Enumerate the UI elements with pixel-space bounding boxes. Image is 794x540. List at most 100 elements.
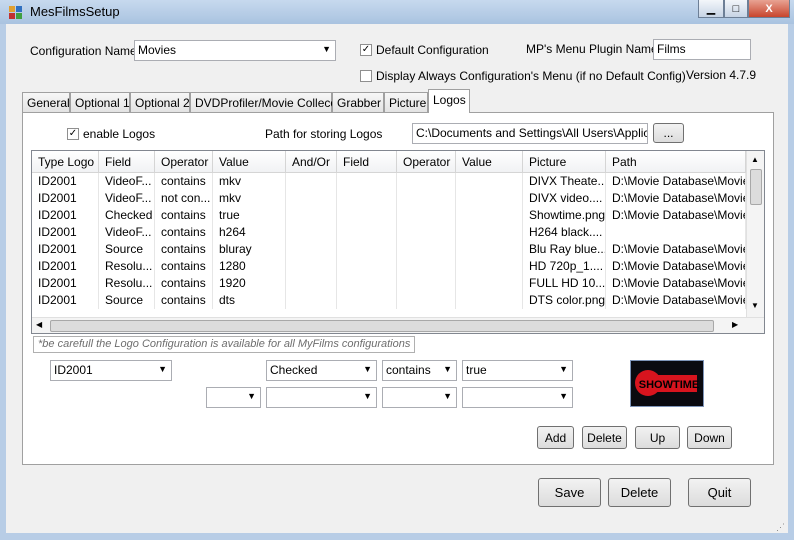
grid-cell[interactable]: HD 720p_1.... — [523, 258, 606, 275]
column-header[interactable]: Type Logo — [32, 151, 99, 173]
column-header[interactable]: Field — [99, 151, 155, 173]
scroll-right-icon[interactable]: ▶ — [732, 320, 738, 329]
logos-path-input[interactable]: C:\Documents and Settings\All Users\Appl… — [412, 123, 648, 144]
grid-cell[interactable]: Resolu... — [99, 275, 155, 292]
grid-cell[interactable]: mkv — [213, 190, 286, 207]
grid-cell[interactable]: ID2001 — [32, 173, 99, 190]
grid-cell[interactable]: D:\Movie Database\Movies — [606, 292, 746, 309]
grid-cell[interactable] — [456, 224, 523, 241]
browse-button[interactable]: ... — [653, 123, 684, 143]
grid-cell[interactable] — [456, 275, 523, 292]
add-logo-button[interactable]: Add — [537, 426, 574, 449]
grid-cell[interactable]: Source — [99, 292, 155, 309]
column-header[interactable]: Operator — [397, 151, 456, 173]
grid-cell[interactable]: contains — [155, 241, 213, 258]
grid-cell[interactable]: D:\Movie Database\Movies — [606, 241, 746, 258]
grid-cell[interactable]: dts — [213, 292, 286, 309]
operator-1-combo[interactable]: contains ▼ — [382, 360, 457, 381]
grid-cell[interactable]: 1920 — [213, 275, 286, 292]
horizontal-scrollbar[interactable]: ◀ ▶ — [32, 317, 764, 333]
grid-cell[interactable]: FULL HD 10... — [523, 275, 606, 292]
grid-cell[interactable] — [397, 241, 456, 258]
grid-cell[interactable] — [286, 224, 337, 241]
grid-cell[interactable]: VideoF... — [99, 173, 155, 190]
grid-cell[interactable] — [337, 190, 397, 207]
vertical-scrollbar[interactable]: ▲ ▼ — [746, 151, 764, 317]
plugin-name-input[interactable]: Films — [653, 39, 751, 60]
grid-cell[interactable]: contains — [155, 173, 213, 190]
enable-logos-checkbox[interactable]: ✓ — [67, 128, 79, 140]
logos-grid[interactable]: Type Logo Field Operator Value And/Or Fi… — [31, 150, 765, 334]
grid-cell[interactable]: not con... — [155, 190, 213, 207]
scroll-down-icon[interactable]: ▼ — [751, 301, 759, 310]
minimize-button[interactable]: ▁ — [698, 0, 724, 18]
grid-cell[interactable]: DTS color.png — [523, 292, 606, 309]
delete-button[interactable]: Delete — [608, 478, 671, 507]
grid-cell[interactable]: ID2001 — [32, 258, 99, 275]
grid-cell[interactable] — [456, 173, 523, 190]
grid-cell[interactable] — [337, 173, 397, 190]
grid-cell[interactable]: Resolu... — [99, 258, 155, 275]
grid-cell[interactable]: contains — [155, 275, 213, 292]
column-header[interactable]: Operator — [155, 151, 213, 173]
delete-logo-button[interactable]: Delete — [582, 426, 627, 449]
grid-cell[interactable] — [286, 207, 337, 224]
grid-cell[interactable] — [286, 190, 337, 207]
grid-cell[interactable]: contains — [155, 224, 213, 241]
grid-cell[interactable]: H264 black.... — [523, 224, 606, 241]
horizontal-scroll-thumb[interactable] — [50, 320, 714, 332]
grid-cell[interactable] — [286, 241, 337, 258]
grid-cell[interactable]: VideoF... — [99, 190, 155, 207]
field-1-combo[interactable]: Checked ▼ — [266, 360, 377, 381]
grid-cell[interactable]: contains — [155, 292, 213, 309]
grid-cell[interactable]: Source — [99, 241, 155, 258]
grid-cell[interactable]: ID2001 — [32, 275, 99, 292]
grid-cell[interactable]: Checked — [99, 207, 155, 224]
grid-cell[interactable] — [286, 173, 337, 190]
grid-cell[interactable] — [337, 207, 397, 224]
maximize-button[interactable]: □ — [724, 0, 748, 18]
vertical-scroll-thumb[interactable] — [750, 169, 762, 205]
grid-cell[interactable] — [397, 224, 456, 241]
grid-cell[interactable]: 1280 — [213, 258, 286, 275]
field-2-combo[interactable]: ▼ — [266, 387, 377, 408]
type-logo-combo[interactable]: ID2001 ▼ — [50, 360, 172, 381]
grid-cell[interactable]: contains — [155, 258, 213, 275]
save-button[interactable]: Save — [538, 478, 601, 507]
column-header[interactable]: Path — [606, 151, 746, 173]
grid-cell[interactable]: true — [213, 207, 286, 224]
grid-cell[interactable] — [456, 190, 523, 207]
grid-cell[interactable] — [337, 275, 397, 292]
grid-cell[interactable]: Blu Ray blue... — [523, 241, 606, 258]
tab-optional-2[interactable]: Optional 2 — [130, 92, 190, 112]
grid-cell[interactable] — [286, 292, 337, 309]
quit-button[interactable]: Quit — [688, 478, 751, 507]
grid-cell[interactable] — [397, 190, 456, 207]
grid-cell[interactable]: ID2001 — [32, 207, 99, 224]
column-header[interactable]: Value — [213, 151, 286, 173]
grid-cell[interactable] — [337, 241, 397, 258]
resize-grip-icon[interactable]: ⋰ — [776, 522, 785, 533]
tab-picture[interactable]: Picture — [384, 92, 428, 112]
grid-cell[interactable] — [456, 292, 523, 309]
tab-optional-1[interactable]: Optional 1 — [70, 92, 130, 112]
tab-grabber[interactable]: Grabber — [332, 92, 384, 112]
value-1-combo[interactable]: true ▼ — [462, 360, 573, 381]
grid-cell[interactable]: h264 — [213, 224, 286, 241]
grid-cell[interactable]: ID2001 — [32, 292, 99, 309]
operator-2-combo[interactable]: ▼ — [382, 387, 457, 408]
grid-cell[interactable] — [337, 258, 397, 275]
column-header[interactable]: Field — [337, 151, 397, 173]
grid-cell[interactable] — [397, 173, 456, 190]
grid-cell[interactable]: D:\Movie Database\Movies — [606, 275, 746, 292]
grid-cell[interactable]: D:\Movie Database\Movies — [606, 258, 746, 275]
grid-cell[interactable]: mkv — [213, 173, 286, 190]
column-header[interactable]: Picture — [523, 151, 606, 173]
grid-cell[interactable]: D:\Movie Database\Movies — [606, 207, 746, 224]
column-header[interactable]: And/Or — [286, 151, 337, 173]
move-down-button[interactable]: Down — [687, 426, 732, 449]
grid-cell[interactable] — [456, 241, 523, 258]
grid-cell[interactable] — [337, 224, 397, 241]
grid-cell[interactable] — [456, 207, 523, 224]
grid-cell[interactable]: contains — [155, 207, 213, 224]
